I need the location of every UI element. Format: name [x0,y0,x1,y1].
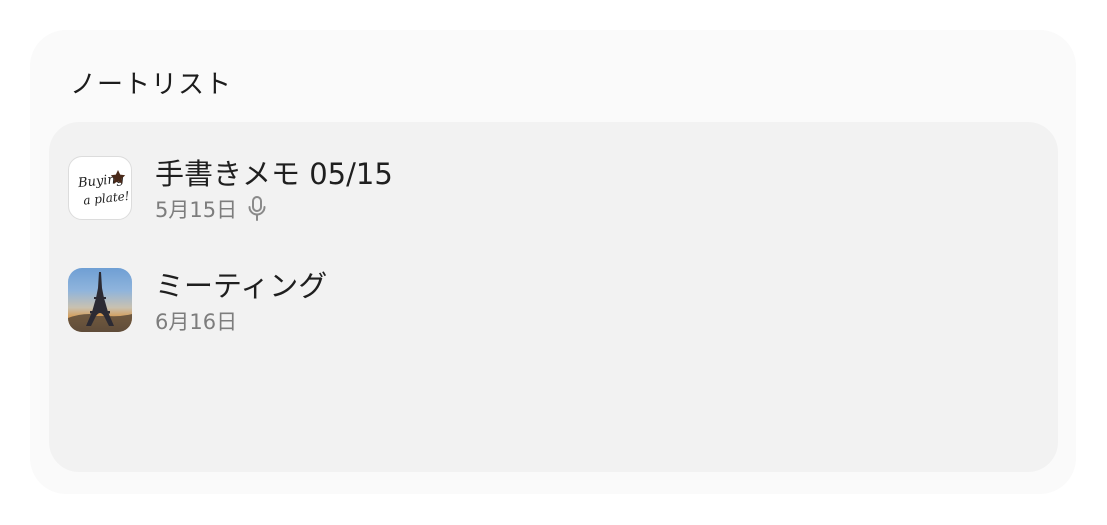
note-title: 手書きメモ 05/15 [155,157,393,191]
note-date: 6月16日 [155,310,238,334]
svg-text:a plate!: a plate! [83,189,131,208]
note-list-widget: ノートリスト Buying a plate! 手書きメモ 05/15 5月15日 [30,30,1076,494]
note-meta: 5月15日 [155,194,267,224]
handwriting-thumbnail: Buying a plate! [68,156,132,220]
eiffel-tower-icon [68,272,132,332]
handwriting-sketch: Buying a plate! [76,170,131,208]
note-title: ミーティング [155,269,328,303]
widget-title: ノートリスト [70,70,233,100]
note-meta: 6月16日 [155,306,237,336]
list-item[interactable]: ミーティング 6月16日 [49,262,1058,362]
note-list: Buying a plate! 手書きメモ 05/15 5月15日 ミーティング… [49,122,1058,472]
list-item[interactable]: Buying a plate! 手書きメモ 05/15 5月15日 [49,150,1058,250]
microphone-icon [247,195,267,223]
note-date: 5月15日 [155,198,238,222]
eiffel-tower-photo-thumbnail [68,268,132,332]
